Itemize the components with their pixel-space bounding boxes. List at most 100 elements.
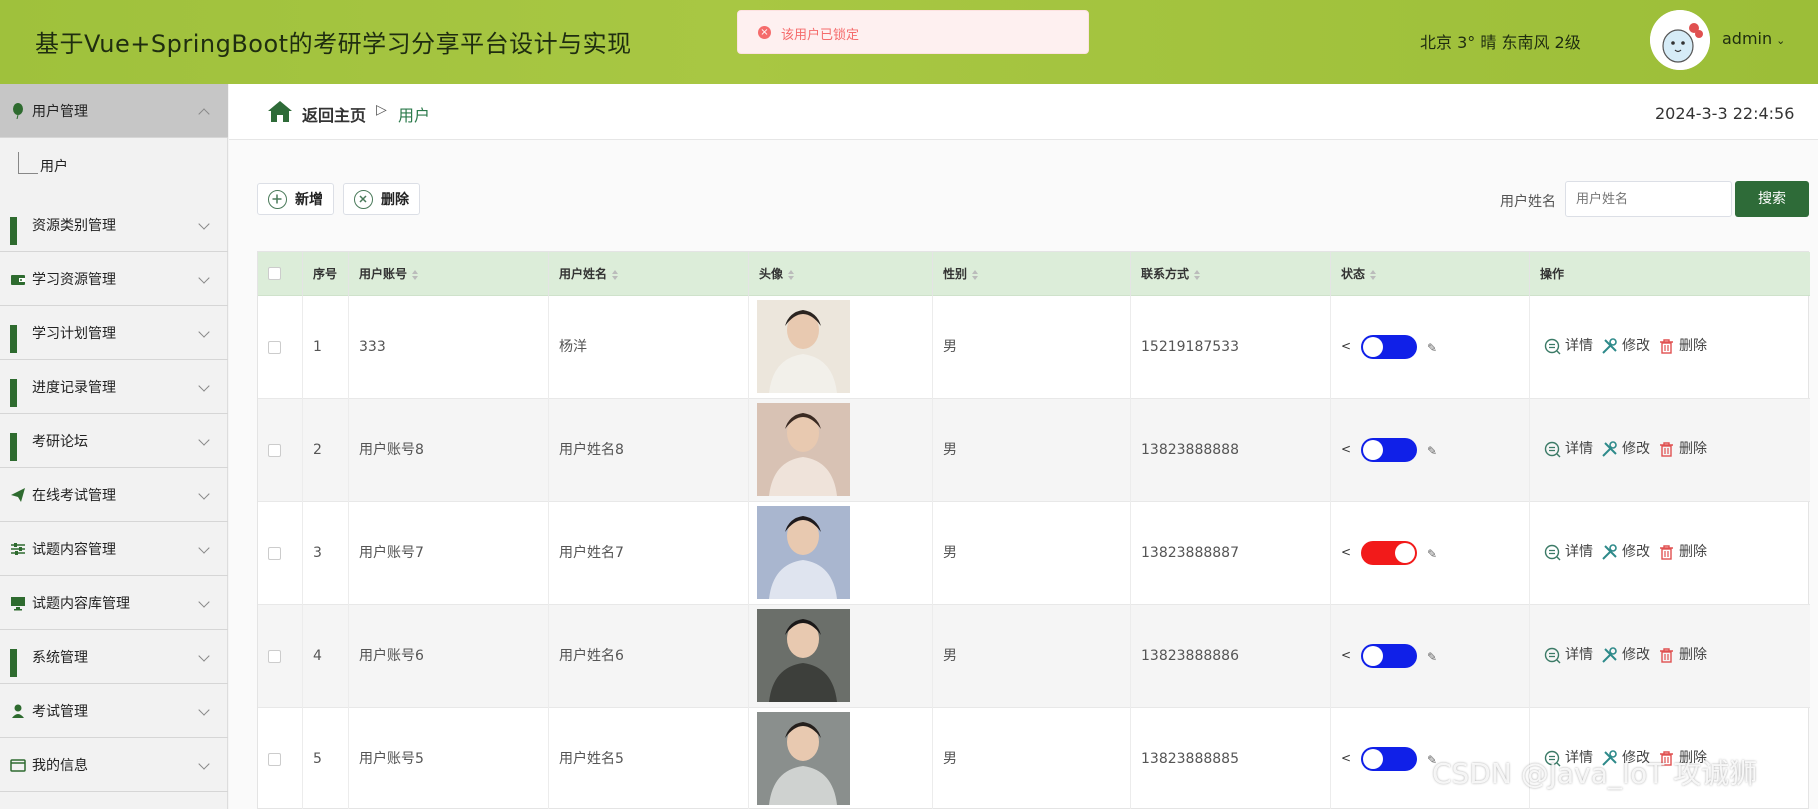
col-gender[interactable]: 性别 — [933, 252, 1131, 296]
detail-button[interactable]: 详情 — [1544, 441, 1593, 458]
lock-status-toggle[interactable] — [1361, 541, 1417, 565]
sidebar-item-label: 进度记录管理 — [32, 379, 116, 396]
toggle-knob — [1363, 646, 1383, 666]
user-photo[interactable] — [757, 506, 850, 599]
user-avatar[interactable] — [1650, 10, 1710, 70]
sidebar-subitem-label: 用户 — [40, 159, 68, 175]
pencil-icon: ✎ — [1427, 341, 1438, 355]
col-name[interactable]: 用户姓名 — [549, 252, 749, 296]
delete-row-button[interactable]: 删除 — [1658, 647, 1707, 664]
col-phone[interactable]: 联系方式 — [1131, 252, 1331, 296]
row-select-cell — [258, 708, 303, 809]
lock-status-toggle[interactable] — [1361, 644, 1417, 668]
user-photo[interactable] — [757, 712, 850, 805]
col-label: 序号 — [313, 267, 338, 281]
chevron-up-icon — [198, 108, 210, 120]
sort-icon[interactable] — [412, 269, 419, 280]
sidebar-item-question-content[interactable]: 试题内容管理 — [0, 522, 228, 576]
delete-row-label: 删除 — [1679, 647, 1707, 663]
tree-branch — [18, 152, 38, 174]
chevron-down-icon — [198, 596, 210, 608]
delete-row-button[interactable]: 删除 — [1658, 441, 1707, 458]
row-checkbox[interactable] — [268, 753, 281, 766]
col-actions: 操作 — [1530, 252, 1810, 296]
user-photo[interactable] — [757, 403, 850, 496]
row-actions-cell: 详情 修改 删除 — [1530, 502, 1810, 605]
sidebar-item-system[interactable]: 系统管理 — [0, 630, 228, 684]
edit-button[interactable]: 修改 — [1601, 544, 1650, 561]
sidebar-item-forum[interactable]: 考研论坛 — [0, 414, 228, 468]
pencil-icon: ✎ — [1427, 444, 1438, 458]
sidebar-item-label: 考试管理 — [32, 703, 88, 720]
row-name: 用户姓名6 — [549, 605, 749, 708]
delete-button[interactable]: 删除 — [343, 183, 420, 215]
share-icon: < — [1341, 648, 1352, 662]
sidebar-item-question-bank[interactable]: 试题内容库管理 — [0, 576, 228, 630]
lock-status-toggle[interactable] — [1361, 747, 1417, 771]
chevron-down-icon — [198, 650, 210, 662]
breadcrumb-home-link[interactable]: 返回主页 — [302, 102, 366, 126]
weather-info: 北京 3° 晴 东南风 2级 — [1420, 33, 1581, 52]
home-icon[interactable] — [267, 99, 293, 123]
sidebar-item-resource-category[interactable]: 资源类别管理 — [0, 198, 228, 252]
select-all-checkbox[interactable] — [268, 267, 281, 280]
user-menu-dropdown[interactable]: admin ⌄ — [1722, 29, 1785, 48]
row-checkbox[interactable] — [268, 650, 281, 663]
row-select-cell — [258, 296, 303, 399]
sidebar-subitem-users[interactable]: 用户 — [0, 138, 228, 194]
detail-button[interactable]: 详情 — [1544, 647, 1593, 664]
sort-icon[interactable] — [1194, 269, 1201, 280]
table-header: 序号 用户账号 用户姓名 头像 性别 联系方式 状态 操作 — [258, 252, 1810, 296]
row-checkbox[interactable] — [268, 444, 281, 457]
sidebar-item-study-plan[interactable]: 学习计划管理 — [0, 306, 228, 360]
col-status[interactable]: 状态 — [1331, 252, 1530, 296]
sidebar-item-learning-resource[interactable]: 学习资源管理 — [0, 252, 228, 306]
monitor-icon — [10, 595, 26, 611]
sidebar-item-online-exam[interactable]: 在线考试管理 — [0, 468, 228, 522]
toggle-knob — [1363, 749, 1383, 769]
delete-row-button[interactable]: 删除 — [1658, 544, 1707, 561]
edit-button[interactable]: 修改 — [1601, 441, 1650, 458]
add-button[interactable]: 新增 — [257, 183, 334, 215]
detail-label: 详情 — [1565, 338, 1593, 354]
add-button-label: 新增 — [295, 192, 323, 208]
row-name: 用户姓名5 — [549, 708, 749, 809]
username-label: admin — [1722, 29, 1773, 48]
search-input[interactable] — [1565, 181, 1732, 217]
edit-button[interactable]: 修改 — [1601, 647, 1650, 664]
sort-icon[interactable] — [972, 269, 979, 280]
col-account[interactable]: 用户账号 — [349, 252, 549, 296]
watermark-text: CSDN @Java_IoT 攻诚狮 — [1432, 757, 1758, 790]
search-button[interactable]: 搜索 — [1735, 181, 1809, 217]
row-status-cell: < ✎ — [1331, 296, 1530, 399]
col-avatar[interactable]: 头像 — [749, 252, 933, 296]
sort-icon[interactable] — [612, 269, 619, 280]
sidebar-item-label: 资源类别管理 — [32, 217, 116, 234]
row-index: 5 — [303, 708, 349, 809]
wrench-icon — [1602, 544, 1617, 560]
edit-label: 修改 — [1622, 441, 1650, 457]
sidebar-item-exam-management[interactable]: 考试管理 — [0, 684, 228, 738]
paper-plane-icon — [10, 487, 26, 503]
detail-button[interactable]: 详情 — [1544, 544, 1593, 561]
sidebar-item-my-info[interactable]: 我的信息 — [0, 738, 228, 792]
edit-button[interactable]: 修改 — [1601, 338, 1650, 355]
sort-icon[interactable] — [788, 269, 795, 280]
sidebar-item-progress-record[interactable]: 进度记录管理 — [0, 360, 228, 414]
sidebar-item-user-management[interactable]: 用户管理 — [0, 84, 228, 138]
delete-row-button[interactable]: 删除 — [1658, 338, 1707, 355]
user-photo[interactable] — [757, 300, 850, 393]
grid-icon — [10, 324, 26, 353]
row-checkbox[interactable] — [268, 547, 281, 560]
chevron-down-icon — [198, 380, 210, 392]
pencil-icon: ✎ — [1427, 650, 1438, 664]
table-row: 3 用户账号7 用户姓名7 男 13823888887 < ✎ 详情 修改 删除 — [258, 502, 1810, 605]
row-account: 333 — [349, 296, 549, 399]
lock-status-toggle[interactable] — [1361, 335, 1417, 359]
row-index: 1 — [303, 296, 349, 399]
detail-button[interactable]: 详情 — [1544, 338, 1593, 355]
lock-status-toggle[interactable] — [1361, 438, 1417, 462]
user-photo[interactable] — [757, 609, 850, 702]
sort-icon[interactable] — [1370, 269, 1377, 280]
row-checkbox[interactable] — [268, 341, 281, 354]
